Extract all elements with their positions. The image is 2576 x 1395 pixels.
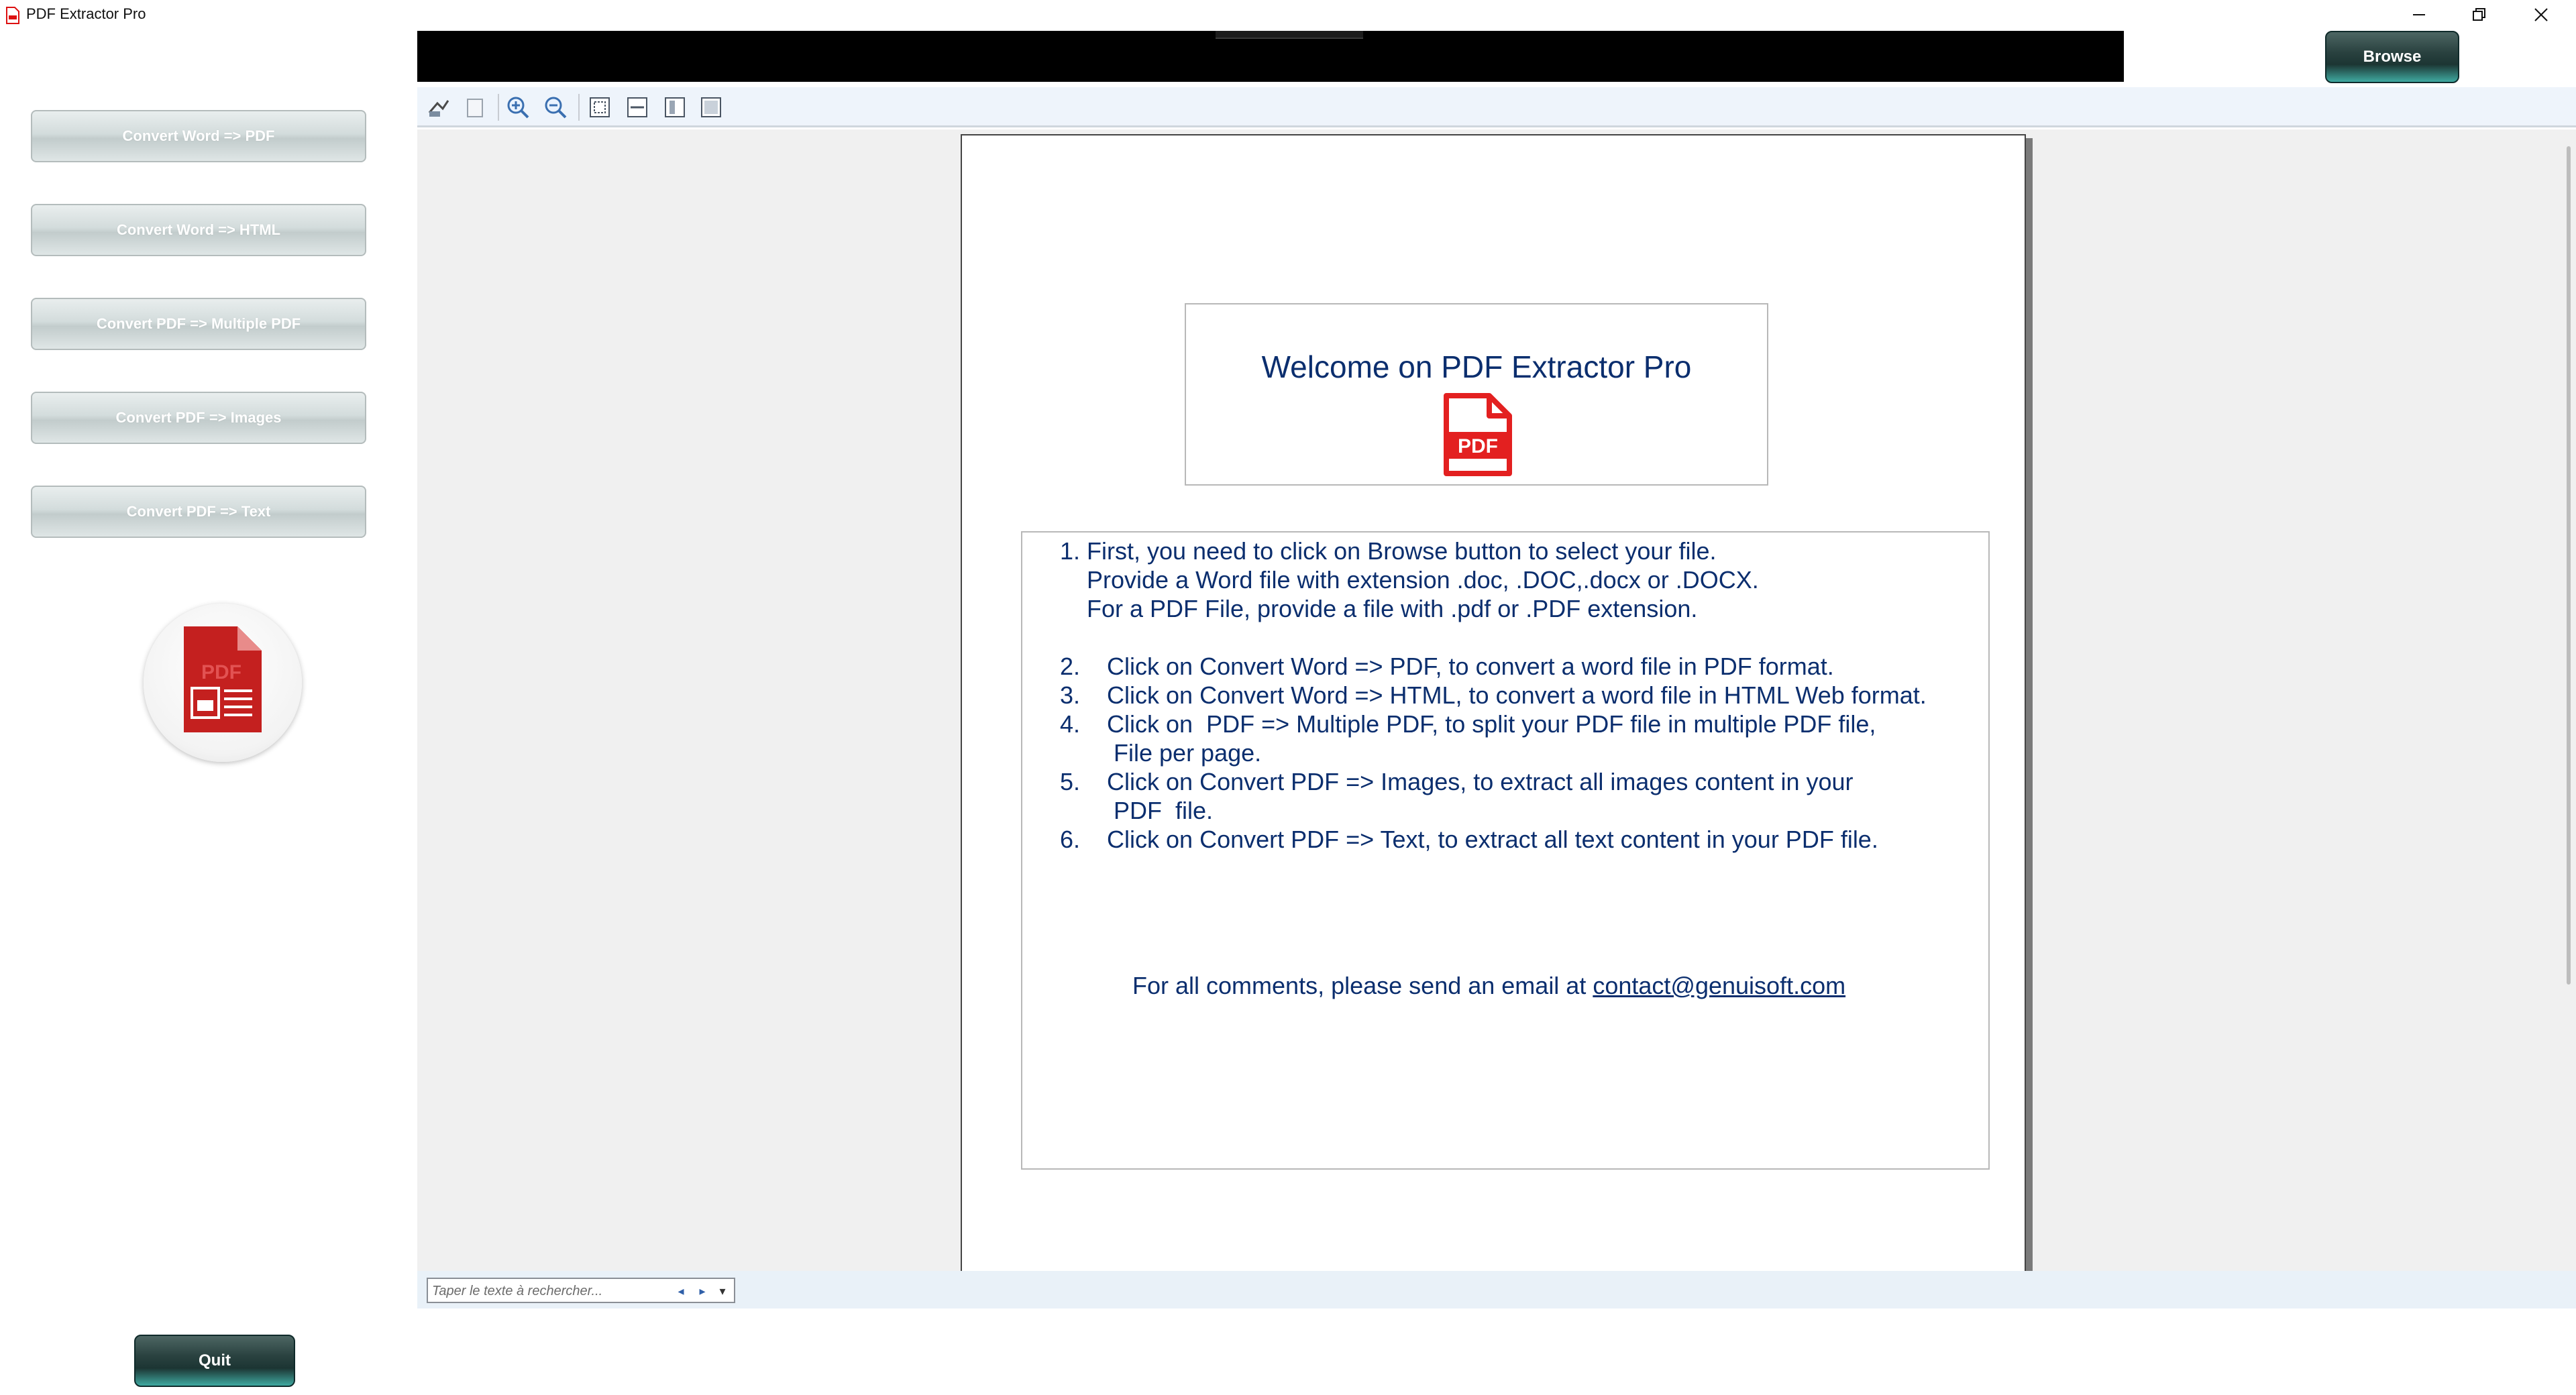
search-next-icon[interactable]: ▸: [695, 1283, 710, 1299]
drag-handle[interactable]: [1216, 31, 1363, 39]
pdf-badge-label: PDF: [1458, 435, 1498, 457]
instructions-box: 1. First, you need to click on Browse bu…: [1021, 531, 1990, 1170]
quit-button[interactable]: Quit: [134, 1335, 295, 1387]
viewer-toolbar: [417, 87, 2576, 127]
instruction-line: Provide a Word file with extension .doc,…: [1060, 566, 1759, 594]
minimize-icon: [2413, 14, 2425, 15]
pdf-file-icon: PDF: [1444, 393, 1512, 476]
restore-icon: [2473, 8, 2485, 21]
svg-text:PDF: PDF: [201, 661, 241, 683]
app-pdf-icon: [6, 7, 19, 24]
browse-button[interactable]: Browse: [2325, 31, 2459, 83]
instruction-line: 4. Click on PDF => Multiple PDF, to spli…: [1060, 710, 1876, 738]
search-options-dropdown-icon[interactable]: ▾: [715, 1283, 730, 1299]
zoom-out-icon[interactable]: [542, 94, 569, 121]
full-page-icon[interactable]: [698, 94, 724, 121]
instruction-line: 2. Click on Convert Word => PDF, to conv…: [1060, 653, 1834, 680]
search-box: ◂ ▸ ▾: [427, 1278, 735, 1303]
instruction-line: 6. Click on Convert PDF => Text, to extr…: [1060, 826, 1878, 853]
toolbar-separator: [498, 94, 499, 121]
title-bar: PDF Extractor Pro: [0, 0, 2576, 30]
instruction-line: 5. Click on Convert PDF => Images, to ex…: [1060, 768, 1854, 795]
search-bar: ◂ ▸ ▾: [417, 1271, 2576, 1308]
zoom-in-icon[interactable]: [504, 94, 531, 121]
app-logo: PDF: [144, 604, 302, 762]
instruction-line: File per page.: [1060, 739, 1262, 767]
welcome-box: Welcome on PDF Extractor Pro PDF: [1185, 303, 1768, 486]
app-title: PDF Extractor Pro: [26, 5, 146, 22]
convert-word-to-html-button[interactable]: Convert Word => HTML: [31, 204, 366, 256]
search-previous-icon[interactable]: ◂: [674, 1283, 688, 1299]
welcome-title: Welcome on PDF Extractor Pro: [1261, 349, 1692, 384]
instruction-line: For a PDF File, provide a file with .pdf…: [1060, 595, 1698, 622]
convert-pdf-to-text-button[interactable]: Convert PDF => Text: [31, 486, 366, 538]
contact-text: For all comments, please send an email a…: [1132, 972, 1593, 999]
minimize-button[interactable]: [2390, 0, 2449, 30]
fit-page-icon[interactable]: [586, 94, 613, 121]
contact-email-link[interactable]: contact@genuisoft.com: [1593, 972, 1845, 999]
instruction-line: 1. First, you need to click on Browse bu…: [1060, 537, 1717, 565]
restore-button[interactable]: [2450, 0, 2509, 30]
contact-line: For all comments, please send an email a…: [1106, 946, 1845, 1026]
fit-width-icon[interactable]: [624, 94, 651, 121]
instruction-line: PDF file.: [1060, 797, 1214, 824]
toolbar-separator: [578, 94, 580, 121]
convert-pdf-to-multiple-pdf-button[interactable]: Convert PDF => Multiple PDF: [31, 298, 366, 350]
single-page-icon[interactable]: [661, 94, 688, 121]
close-icon: [2534, 8, 2548, 21]
print-icon[interactable]: [425, 94, 452, 121]
instruction-line: 3. Click on Convert Word => HTML, to con…: [1060, 681, 1927, 709]
close-button[interactable]: [2512, 0, 2571, 30]
convert-word-to-pdf-button[interactable]: Convert Word => PDF: [31, 110, 366, 162]
convert-pdf-to-images-button[interactable]: Convert PDF => Images: [31, 392, 366, 444]
pdf-document-icon: PDF: [184, 626, 262, 732]
search-input[interactable]: [432, 1282, 674, 1300]
copy-icon[interactable]: [462, 94, 488, 121]
viewer-header-bar: [417, 31, 2124, 82]
vertical-scrollbar[interactable]: [2567, 146, 2571, 985]
